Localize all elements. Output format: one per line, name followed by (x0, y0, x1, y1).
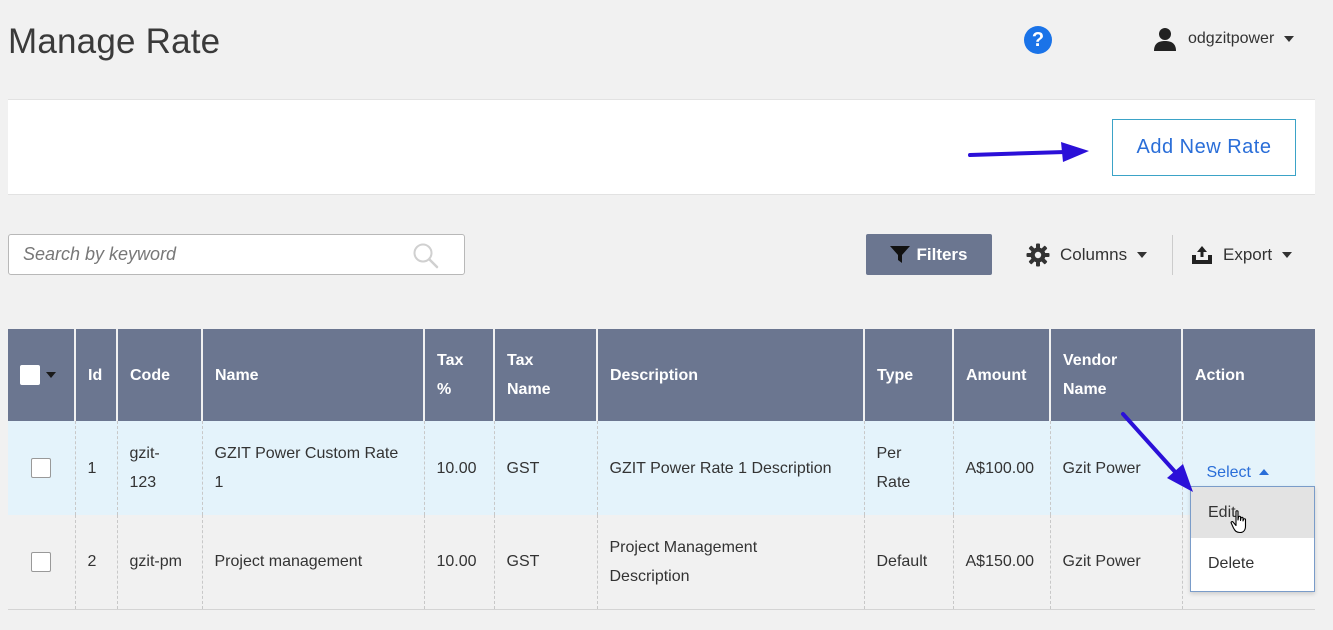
cell-line: Description (609, 567, 690, 585)
cell-type: Per Rate (864, 421, 954, 515)
cell-code: gzit- 123 (117, 421, 203, 515)
table-header-row: Id Code Name Tax % Tax Name Description … (8, 329, 1315, 421)
cell-amount: A$100.00 (953, 421, 1051, 515)
action-select-label: Select (1206, 463, 1251, 481)
cell-amount: A$150.00 (953, 515, 1051, 610)
cell-type: Default (864, 515, 954, 610)
chevron-down-icon[interactable] (46, 372, 56, 378)
user-avatar-icon (1154, 28, 1176, 51)
column-header-tax-name[interactable]: Tax Name (494, 329, 598, 421)
column-header-vendor-name[interactable]: Vendor Name (1050, 329, 1183, 421)
table-row[interactable]: 1 gzit- 123 GZIT Power Custom Rate 1 10.… (8, 421, 1315, 515)
cell-code: gzit-pm (117, 515, 203, 610)
chevron-down-icon (1282, 252, 1293, 258)
cell-line: GZIT Power Custom Rate (214, 445, 399, 462)
chevron-down-icon (1137, 252, 1148, 258)
cell-line: gzit- (129, 445, 160, 462)
action-bar: Add New Rate (8, 99, 1315, 195)
row-select-cell (8, 421, 76, 515)
gear-icon (1026, 243, 1050, 267)
cell-name: GZIT Power Custom Rate 1 (202, 421, 425, 515)
column-header-name[interactable]: Name (202, 329, 425, 421)
cell-vendor-name: Gzit Power (1050, 421, 1183, 515)
column-header-description[interactable]: Description (597, 329, 865, 421)
cell-description: Project Management Description (597, 515, 865, 610)
cell-line: 123 (129, 474, 157, 491)
table-row[interactable]: 2 gzit-pm Project management 10.00 GST P… (8, 515, 1315, 610)
menu-item-edit[interactable]: Edit (1191, 487, 1314, 538)
cell-line: Project Management (609, 538, 758, 556)
filters-label: Filters (916, 244, 968, 264)
cell-name: Project management (202, 515, 425, 610)
filter-funnel-icon (890, 245, 911, 263)
export-button[interactable]: Export (1191, 240, 1293, 270)
select-all-header (8, 329, 76, 421)
rates-table: Id Code Name Tax % Tax Name Description … (8, 329, 1315, 610)
column-header-id[interactable]: Id (75, 329, 118, 421)
filters-button[interactable]: Filters (866, 234, 992, 275)
header-line: Name (1063, 381, 1107, 398)
column-header-type[interactable]: Type (864, 329, 954, 421)
column-header-action: Action (1182, 329, 1315, 421)
header-line: Name (507, 381, 551, 398)
action-dropdown-menu: Edit Delete (1190, 486, 1315, 592)
cell-id: 1 (75, 421, 118, 515)
cell-description: GZIT Power Rate 1 Description (597, 421, 865, 515)
cell-line: 1 (214, 474, 224, 491)
header-line: % (437, 381, 452, 398)
cell-line: Per (876, 445, 902, 462)
columns-label: Columns (1060, 245, 1128, 264)
search-box (8, 234, 465, 275)
username-label: odgzitpower (1188, 30, 1275, 47)
cell-vendor-name: Gzit Power (1050, 515, 1183, 610)
columns-button[interactable]: Columns (1026, 240, 1148, 270)
help-icon[interactable]: ? (1024, 26, 1052, 54)
cell-tax-name: GST (494, 515, 598, 610)
chevron-down-icon (1284, 36, 1295, 42)
export-upload-icon (1192, 246, 1212, 264)
cell-tax-pct: 10.00 (424, 515, 495, 610)
toolbar-divider (1172, 235, 1173, 275)
add-new-rate-button[interactable]: Add New Rate (1112, 119, 1296, 176)
column-header-amount[interactable]: Amount (953, 329, 1051, 421)
row-checkbox[interactable] (31, 458, 51, 479)
chevron-up-icon (1258, 469, 1269, 475)
search-icon[interactable] (412, 242, 440, 270)
cell-tax-name: GST (494, 421, 598, 515)
header-line: Vendor (1063, 352, 1118, 369)
column-header-code[interactable]: Code (117, 329, 203, 421)
header-line: Tax (437, 352, 464, 369)
header-line: Tax (507, 352, 534, 369)
cell-line: Rate (876, 474, 911, 491)
user-menu[interactable]: odgzitpower (1152, 26, 1295, 52)
action-select-dropdown[interactable]: Select (1207, 458, 1269, 487)
row-select-cell (8, 515, 76, 610)
page-title: Manage Rate (8, 22, 221, 61)
cell-tax-pct: 10.00 (424, 421, 495, 515)
search-input[interactable] (9, 235, 389, 274)
row-checkbox[interactable] (31, 552, 51, 573)
export-label: Export (1223, 245, 1273, 264)
column-header-tax-pct[interactable]: Tax % (424, 329, 495, 421)
select-all-checkbox[interactable] (20, 365, 40, 385)
menu-item-delete[interactable]: Delete (1191, 538, 1314, 589)
cell-id: 2 (75, 515, 118, 610)
